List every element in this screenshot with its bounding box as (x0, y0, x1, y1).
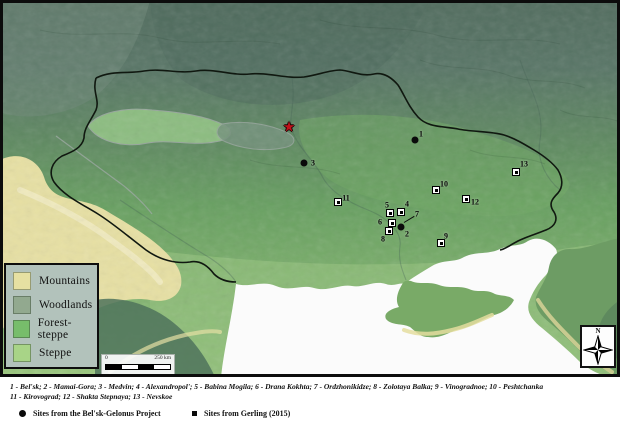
site-5-square-marker (386, 209, 394, 217)
site-10-label: 10 (440, 180, 448, 189)
figure-caption: 1 - Bel'sk; 2 - Mamai-Gora; 3 - Medvin; … (10, 382, 614, 402)
site-7-leader-line (404, 216, 415, 223)
caption-line-1: 1 - Bel'sk; 2 - Mamai-Gora; 3 - Medvin; … (10, 382, 614, 392)
site-11-label: 11 (342, 194, 350, 203)
key-item-gerling: Sites from Gerling (2015) (192, 409, 290, 418)
site-9-label: 9 (444, 232, 448, 241)
site-7-label: 7 (415, 210, 419, 219)
site-2-label: 2 (405, 230, 409, 239)
site-8-square-marker (385, 227, 393, 235)
site-1-circle-marker (412, 137, 419, 144)
site-4-label: 4 (405, 200, 409, 209)
red-star-icon: ★ (283, 120, 296, 134)
site-3-circle-marker (301, 160, 308, 167)
site-12-label: 12 (471, 198, 479, 207)
site-2-circle-marker (398, 224, 405, 231)
square-marker-icon (192, 411, 197, 416)
site-markers-layer: 12345678910111213★ (0, 0, 620, 377)
site-3-label: 3 (311, 159, 315, 168)
site-8-label: 8 (381, 235, 385, 244)
caption-line-2: 11 - Kirovograd; 12 - Shakta Stepnaya; 1… (10, 392, 614, 402)
site-4-square-marker (397, 208, 405, 216)
site-5-label: 5 (385, 201, 389, 210)
symbol-key: Sites from the Bel'sk-Gelonus Project Si… (0, 409, 620, 423)
figure-map-of-ukraine-sites: Mountains Woodlands Forest-steppe Steppe… (0, 0, 620, 427)
key-label: Sites from the Bel'sk-Gelonus Project (33, 409, 161, 418)
circle-marker-icon (19, 410, 26, 417)
key-label: Sites from Gerling (2015) (204, 409, 290, 418)
map-canvas: Mountains Woodlands Forest-steppe Steppe… (0, 0, 620, 377)
site-6-label: 6 (378, 218, 382, 227)
site-6-square-marker (388, 219, 396, 227)
site-13-label: 13 (520, 160, 528, 169)
site-1-label: 1 (419, 130, 423, 139)
site-11-square-marker (334, 198, 342, 206)
site-13-square-marker (512, 168, 520, 176)
key-item-belsk-gelonus: Sites from the Bel'sk-Gelonus Project (19, 409, 161, 418)
site-12-square-marker (462, 195, 470, 203)
site-10-square-marker (432, 186, 440, 194)
